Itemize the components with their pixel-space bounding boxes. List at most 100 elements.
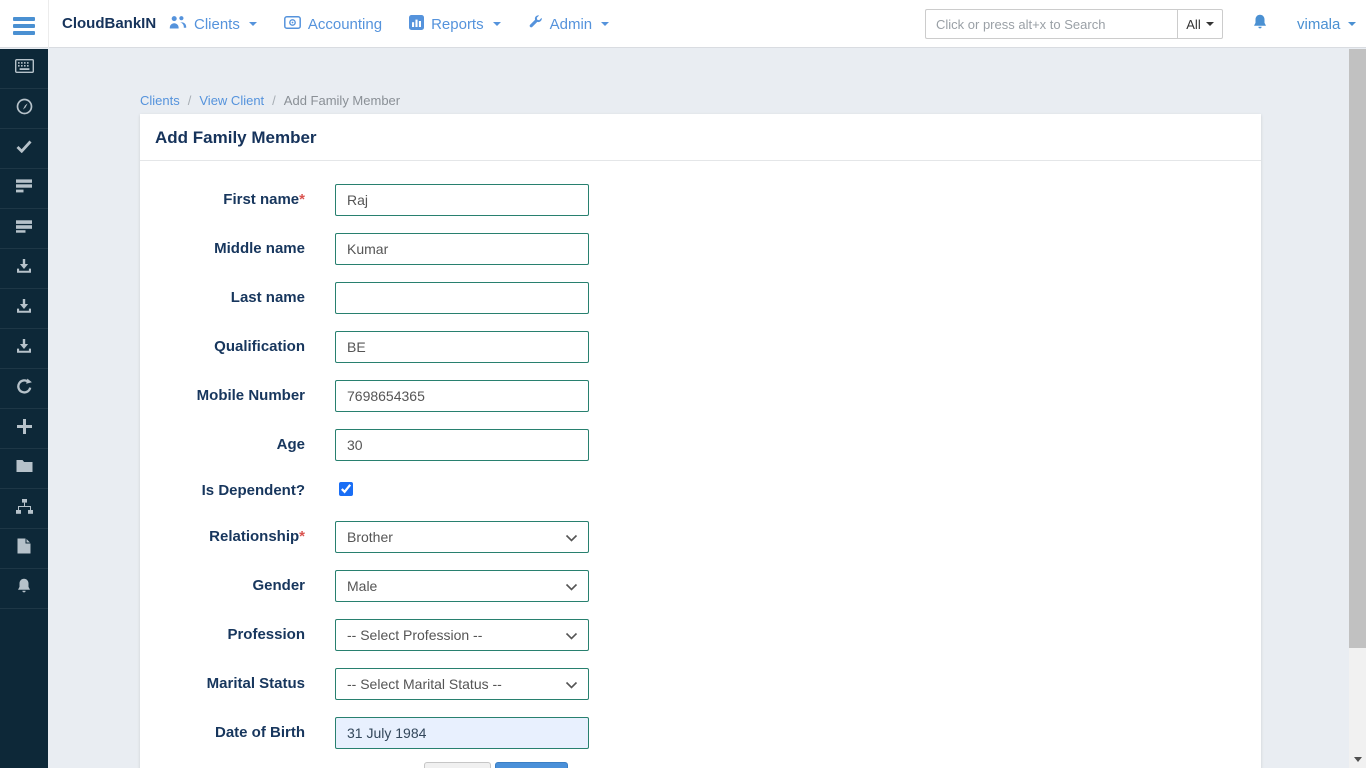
first-name-label: First name* [140,184,335,216]
scrollbar-down-button[interactable] [1349,751,1366,768]
topbar: CloudBankIN Clients Accounting Reports [0,0,1366,48]
scrollbar-thumb[interactable] [1349,49,1366,648]
chevron-down-icon [1354,757,1362,762]
card-heading: Add Family Member [140,114,1261,161]
list-icon [16,220,32,238]
breadcrumb-view-client[interactable]: View Client [199,93,264,108]
sidebar-item-refresh[interactable] [0,369,48,409]
nav-reports[interactable]: Reports [409,15,501,34]
sidebar-item-folder[interactable] [0,449,48,489]
form-buttons [424,762,1261,768]
form-row-age: Age [140,429,1261,461]
form-row-last-name: Last name [140,282,1261,314]
form-row-qualification: Qualification [140,331,1261,363]
required-asterisk: * [299,528,305,545]
keyboard-icon [15,59,34,78]
form-row-gender: Gender Male [140,570,1261,602]
search-input[interactable] [925,9,1177,39]
date-of-birth-input[interactable] [335,717,589,749]
sidebar-item-download-2[interactable] [0,289,48,329]
relationship-selected-value: Brother [347,529,393,545]
form-row-relationship: Relationship* Brother [140,521,1261,553]
page-title: Add Family Member [155,128,317,147]
sidebar-item-document[interactable] [0,529,48,569]
chevron-down-icon [493,22,501,26]
folder-icon [16,459,33,478]
global-search: All [925,9,1223,39]
qualification-input[interactable] [335,331,589,363]
age-input[interactable] [335,429,589,461]
bar-chart-icon [409,15,424,34]
sidebar-item-add[interactable] [0,409,48,449]
search-scope-dropdown[interactable]: All [1177,9,1223,39]
topbar-divider [48,0,49,48]
form-row-date-of-birth: Date of Birth [140,717,1261,749]
bell-icon [1252,18,1268,35]
vertical-scrollbar[interactable] [1349,49,1366,768]
profession-selected-value: -- Select Profession -- [347,627,482,643]
sidebar-item-download-3[interactable] [0,329,48,369]
form-row-middle-name: Middle name [140,233,1261,265]
form-row-marital-status: Marital Status -- Select Marital Status … [140,668,1261,700]
gender-select[interactable]: Male [335,570,589,602]
notifications-button[interactable] [1252,14,1268,36]
chevron-down-icon [565,529,578,545]
refresh-icon [16,378,33,399]
gender-selected-value: Male [347,578,377,594]
download-icon [16,338,32,359]
chevron-down-icon [1206,22,1214,26]
nav-clients[interactable]: Clients [169,15,257,33]
form-row-profession: Profession -- Select Profession -- [140,619,1261,651]
last-name-input[interactable] [335,282,589,314]
sidebar-item-notifications[interactable] [0,569,48,609]
user-menu[interactable]: vimala [1297,0,1356,48]
nav-accounting-label: Accounting [308,16,382,33]
profession-label: Profession [140,619,335,651]
form-row-mobile-number: Mobile Number [140,380,1261,412]
breadcrumb-separator: / [188,93,192,108]
is-dependent-label: Is Dependent? [140,478,335,504]
secondary-button-partial[interactable] [424,762,491,768]
brand-logo[interactable]: CloudBankIN [62,0,156,48]
breadcrumb-separator: / [272,93,276,108]
required-asterisk: * [299,191,305,208]
mobile-number-label: Mobile Number [140,380,335,412]
breadcrumb-clients[interactable]: Clients [140,93,180,108]
marital-status-select[interactable]: -- Select Marital Status -- [335,668,589,700]
add-family-member-card: Add Family Member First name* Middle nam… [140,114,1261,768]
sidebar-item-keyboard[interactable] [0,49,48,89]
sidebar-item-compass[interactable] [0,89,48,129]
nav-admin-label: Admin [550,16,593,33]
nav-accounting[interactable]: Accounting [284,16,382,33]
chevron-down-icon [565,578,578,594]
relationship-select[interactable]: Brother [335,521,589,553]
search-scope-value: All [1186,17,1200,32]
chevron-down-icon [1348,22,1356,26]
sidebar-item-download-1[interactable] [0,249,48,289]
sitemap-icon [16,499,33,519]
last-name-label: Last name [140,282,335,314]
nav-admin[interactable]: Admin [528,15,610,34]
primary-button-partial[interactable] [495,762,568,768]
chevron-down-icon [565,627,578,643]
menu-toggle-button[interactable] [13,17,35,35]
relationship-label: Relationship* [140,521,335,553]
chevron-down-icon [249,22,257,26]
middle-name-label: Middle name [140,233,335,265]
sidebar-item-sitemap[interactable] [0,489,48,529]
form-row-first-name: First name* [140,184,1261,216]
marital-status-selected-value: -- Select Marital Status -- [347,676,502,692]
sidebar-item-check[interactable] [0,129,48,169]
profession-select[interactable]: -- Select Profession -- [335,619,589,651]
middle-name-input[interactable] [335,233,589,265]
compass-icon [16,98,33,120]
first-name-input[interactable] [335,184,589,216]
bell-icon [16,578,32,600]
qualification-label: Qualification [140,331,335,363]
mobile-number-input[interactable] [335,380,589,412]
hamburger-icon [13,17,35,21]
sidebar-item-list[interactable] [0,209,48,249]
sidebar-item-tasks[interactable] [0,169,48,209]
age-label: Age [140,429,335,461]
is-dependent-checkbox[interactable] [339,482,353,496]
